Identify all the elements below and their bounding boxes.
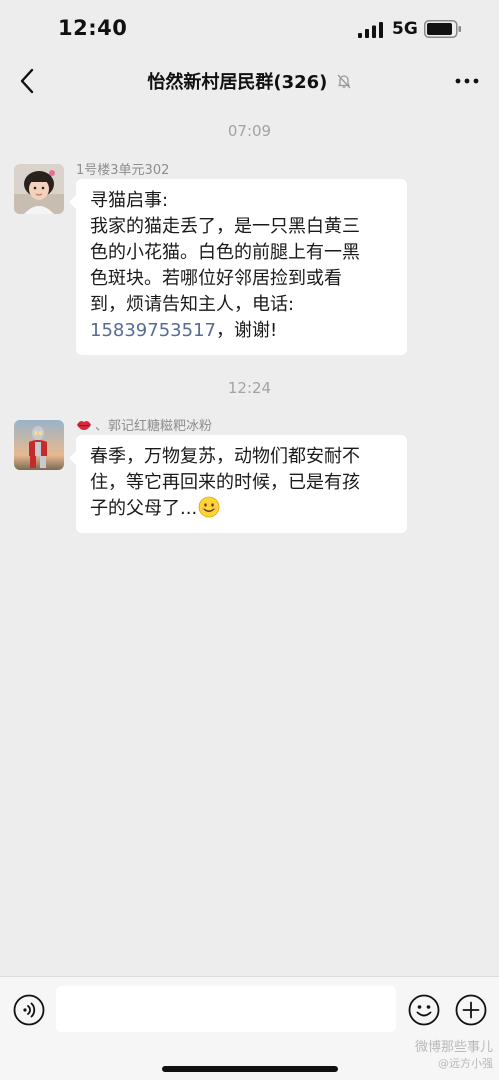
signal-bars-icon — [358, 22, 383, 38]
emoji-icon[interactable] — [408, 994, 440, 1026]
plus-circle-icon[interactable] — [455, 994, 487, 1026]
bell-muted-icon — [337, 74, 351, 89]
network-label: 5G — [392, 19, 418, 39]
message-line: 我家的猫走丢了，是一只黑白黄三 — [90, 216, 360, 237]
message-line: 到，烦请告知主人，电话: — [90, 294, 295, 315]
smile-emoji-icon — [198, 496, 220, 518]
message-timestamp: 07:09 — [227, 122, 272, 140]
message-timestamp: 12:24 — [227, 379, 272, 397]
message-line-last: 15839753517，谢谢! — [90, 318, 394, 344]
message-bubble[interactable]: 寻猫启事: 我家的猫走丢了，是一只黑白黄三 色的小花猫。白色的前腿上有一黑 色斑… — [69, 179, 407, 355]
message-line: 寻猫启事: — [90, 190, 169, 211]
status-time: 12:40 — [58, 16, 128, 40]
battery-icon — [424, 20, 461, 38]
message-line: 色的小花猫。白色的前腿上有一黑 — [90, 242, 360, 263]
avatar[interactable] — [14, 164, 64, 214]
message-line: 春季，万物复苏，动物们都安耐不 — [90, 446, 360, 467]
voice-icon[interactable] — [13, 994, 45, 1026]
watermark-line: 微博那些事儿 — [414, 1040, 493, 1055]
message-bubble[interactable]: 春季，万物复苏，动物们都安耐不 住，等它再回来的时候，已是有孩 子的父母了... — [69, 435, 407, 533]
lips-emoji-icon — [77, 421, 91, 430]
phone-number-link[interactable]: 15839753517 — [90, 320, 216, 341]
message-line-text: 子的父母了... — [90, 498, 198, 519]
message-line: 色斑块。若哪位好邻居捡到或看 — [90, 268, 342, 289]
home-indicator[interactable] — [162, 1066, 338, 1072]
sender-name: 1号楼3单元302 — [76, 163, 170, 178]
chat-title: 怡然新村居民群(326) — [147, 72, 328, 93]
avatar[interactable] — [14, 420, 64, 470]
more-options-button[interactable] — [452, 70, 482, 92]
sender-name: 、郭记红糖糍粑冰粉 — [95, 419, 213, 434]
message-line: 住，等它再回来的时候，已是有孩 — [90, 472, 360, 493]
status-bar: 12:40 5G — [0, 0, 499, 58]
sender-name-wrap: 、郭记红糖糍粑冰粉 — [76, 415, 212, 434]
chat-title-wrap[interactable]: 怡然新村居民群(326) — [0, 68, 499, 94]
chat-header: 怡然新村居民群(326) — [0, 58, 499, 104]
message-input[interactable] — [56, 986, 396, 1032]
watermark: 微博那些事儿 @远方小强 — [415, 1040, 493, 1072]
watermark-line: @远方小强 — [438, 1057, 493, 1070]
message-tail-text: ，谢谢! — [215, 320, 278, 341]
message-line-last: 子的父母了... — [90, 496, 394, 522]
